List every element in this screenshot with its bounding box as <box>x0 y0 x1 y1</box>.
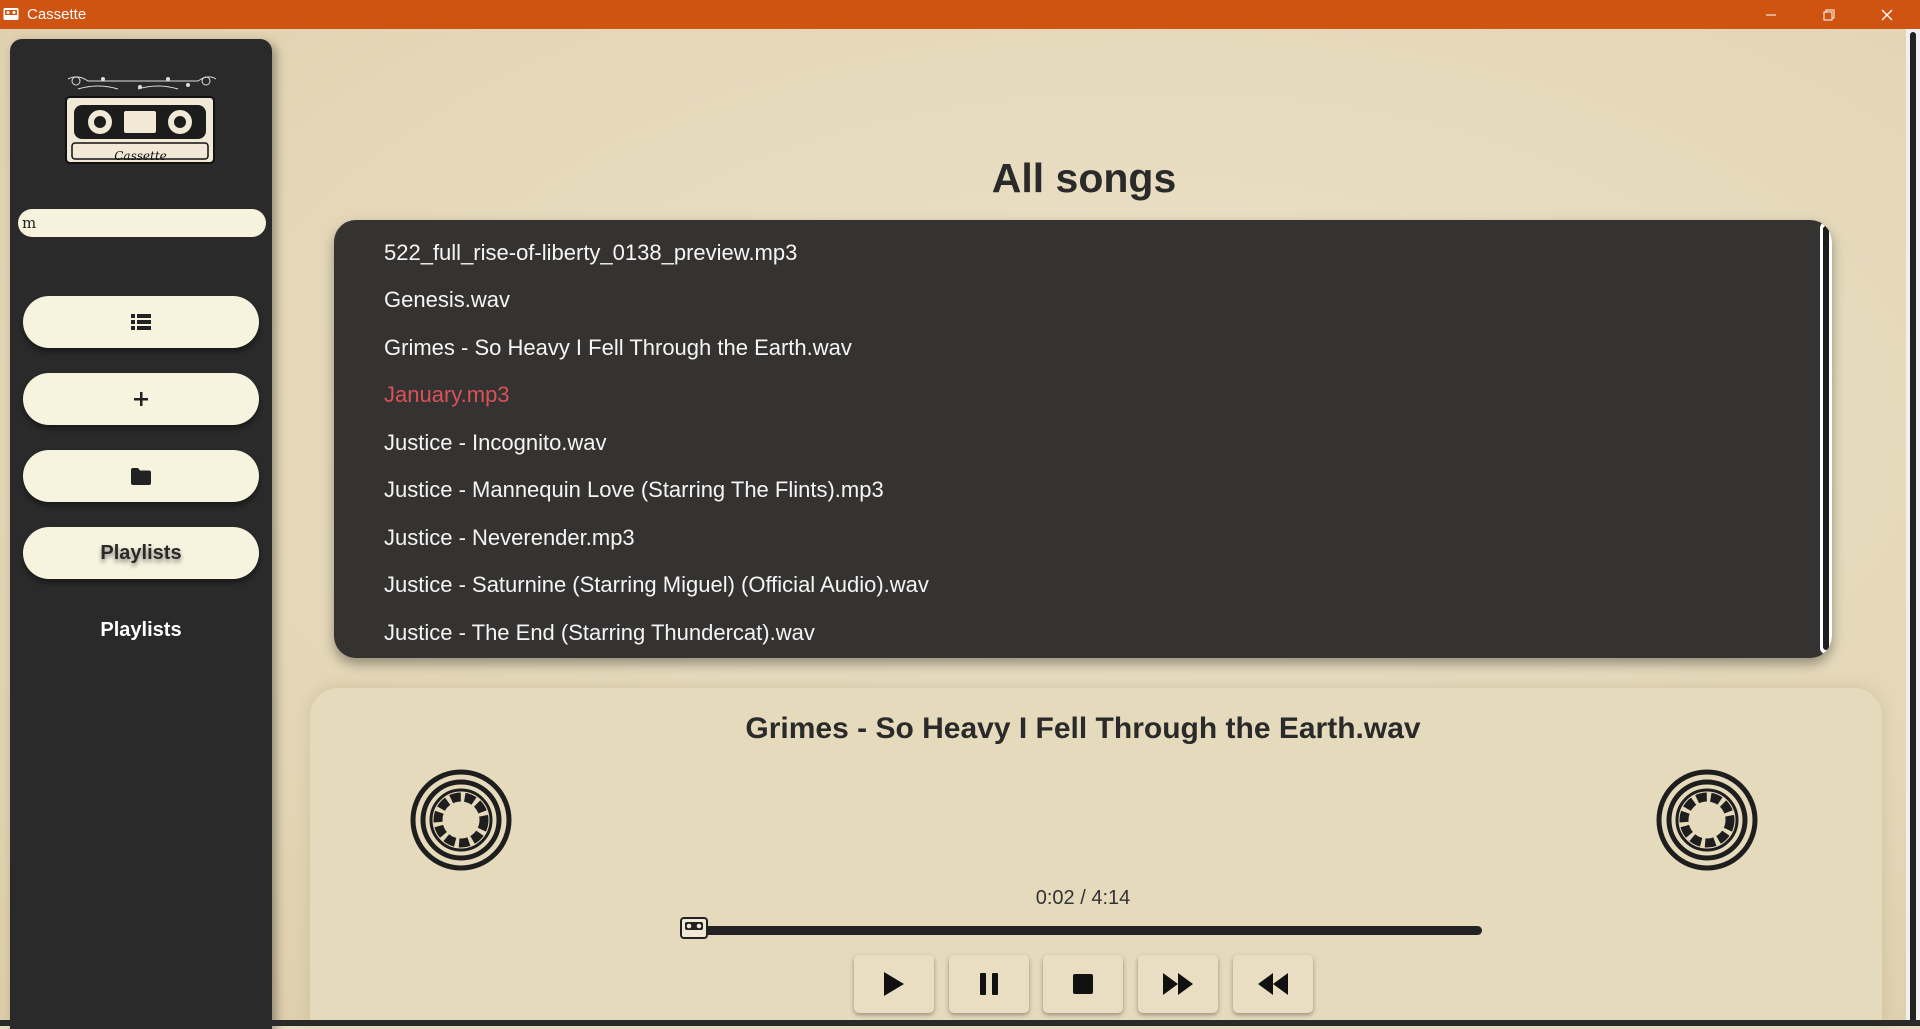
close-button[interactable] <box>1858 0 1916 29</box>
minimize-icon <box>1766 14 1776 15</box>
song-item-active[interactable]: January.mp3 <box>384 382 510 408</box>
song-item[interactable]: Grimes - So Heavy I Fell Through the Ear… <box>384 335 852 361</box>
all-songs-button[interactable] <box>23 296 259 348</box>
fast-forward-icon <box>1163 973 1193 995</box>
folder-icon <box>131 467 151 485</box>
open-folder-button[interactable] <box>23 450 259 502</box>
stop-icon <box>1073 974 1093 994</box>
song-list-scrollbar-thumb[interactable] <box>1823 226 1829 650</box>
rewind-button[interactable] <box>1233 955 1313 1013</box>
song-item[interactable]: Genesis.wav <box>384 287 510 313</box>
bottom-edge <box>0 1020 1920 1026</box>
logo-text: Cassette <box>114 149 167 163</box>
left-reel-icon <box>410 769 512 871</box>
song-item[interactable]: Justice - Neverender.mp3 <box>384 525 635 551</box>
page-title: All songs <box>991 155 1177 201</box>
fast-forward-button[interactable] <box>1138 955 1218 1013</box>
song-item[interactable]: Justice - Saturnine (Starring Miguel) (O… <box>384 572 929 598</box>
song-item[interactable]: Justice - Incognito.wav <box>384 430 607 456</box>
song-item[interactable]: 522_full_rise-of-liberty_0138_preview.mp… <box>384 240 797 266</box>
playlists-button-label: Playlists <box>100 541 182 564</box>
cassette-slider-thumb-icon[interactable] <box>679 915 709 941</box>
cassette-app-icon <box>3 8 19 20</box>
time-display: 0:02 / 4:14 <box>1035 887 1131 909</box>
play-icon <box>884 972 904 996</box>
play-button[interactable] <box>854 955 934 1013</box>
window-title: Cassette <box>27 6 87 23</box>
right-reel-icon <box>1656 769 1758 871</box>
add-button[interactable] <box>23 373 259 425</box>
close-icon <box>1881 9 1893 20</box>
song-list: 522_full_rise-of-liberty_0138_preview.mp… <box>334 220 1832 658</box>
stop-button[interactable] <box>1043 955 1123 1013</box>
song-item[interactable]: Justice - The End (Starring Thundercat).… <box>384 620 815 646</box>
playlists-heading: Playlists <box>100 619 182 641</box>
plus-icon <box>134 392 148 406</box>
search-input[interactable] <box>18 209 266 237</box>
minimize-button[interactable] <box>1742 0 1800 29</box>
title-bar: Cassette <box>0 0 1920 29</box>
restore-button[interactable] <box>1800 0 1858 29</box>
sidebar: Cassette Playlists Playlists <box>10 39 272 1029</box>
playlists-button[interactable]: Playlists <box>23 527 259 579</box>
restore-icon <box>1823 9 1835 20</box>
pause-button[interactable] <box>949 955 1029 1013</box>
page-scrollbar-thumb[interactable] <box>1910 32 1916 1022</box>
song-item[interactable]: Justice - Mannequin Love (Starring The F… <box>384 477 884 503</box>
progress-bar[interactable] <box>680 917 1482 939</box>
list-icon <box>131 314 151 330</box>
pause-icon <box>980 973 998 995</box>
rewind-icon <box>1258 973 1288 995</box>
now-playing-title: Grimes - So Heavy I Fell Through the Ear… <box>745 712 1421 745</box>
